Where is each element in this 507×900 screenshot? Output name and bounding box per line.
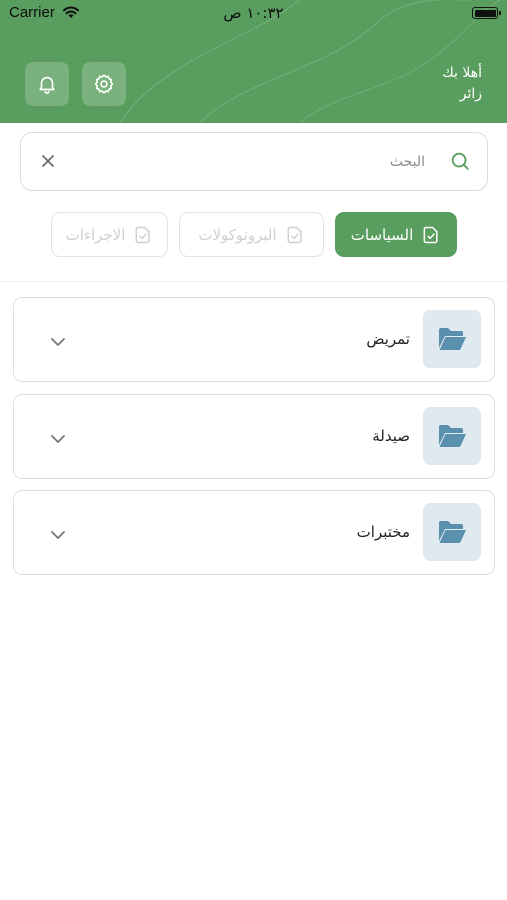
tab-label: الاجراءات: [65, 225, 126, 244]
header: Carrier ١٠:٣٢ ص أهلا بك زائر: [0, 0, 507, 123]
category-label: مختبرات: [356, 523, 410, 541]
search-icon[interactable]: [449, 150, 471, 176]
battery-icon: [472, 7, 501, 19]
greeting: أهلا بك زائر: [442, 63, 482, 105]
folder-open-icon: [423, 407, 481, 465]
gear-icon: [94, 74, 114, 94]
tab-label: السياسات: [350, 225, 414, 244]
search-input[interactable]: [91, 147, 427, 177]
chevron-down-icon[interactable]: [50, 525, 66, 544]
document-check-icon: [287, 226, 302, 243]
clear-search-button[interactable]: [41, 153, 55, 172]
document-check-icon: [135, 226, 150, 243]
category-pharmacy[interactable]: صيدلة: [13, 394, 495, 479]
tab-label: البروتوكولات: [198, 225, 277, 244]
tab-procedures[interactable]: الاجراءات: [51, 212, 168, 257]
bell-icon: [39, 76, 55, 94]
divider: [0, 281, 507, 282]
category-laboratories[interactable]: مختبرات: [13, 490, 495, 575]
category-label: صيدلة: [372, 427, 410, 445]
chevron-down-icon[interactable]: [50, 429, 66, 448]
search-bar: [20, 132, 488, 191]
status-bar: Carrier ١٠:٣٢ ص: [0, 0, 507, 28]
folder-open-icon: [423, 310, 481, 368]
tab-protocols[interactable]: البروتوكولات: [179, 212, 324, 257]
document-check-icon: [423, 226, 438, 243]
greeting-username: زائر: [459, 86, 482, 102]
greeting-title: أهلا بك: [442, 65, 482, 81]
chevron-down-icon[interactable]: [50, 332, 66, 351]
category-nursing[interactable]: تمريض: [13, 297, 495, 382]
close-icon: [42, 155, 54, 167]
status-time: ١٠:٣٢ ص: [223, 4, 284, 22]
tab-policies[interactable]: السياسات: [335, 212, 457, 257]
notifications-button[interactable]: [25, 62, 69, 106]
folder-open-icon: [423, 503, 481, 561]
settings-button[interactable]: [82, 62, 126, 106]
category-label: تمريض: [366, 330, 410, 348]
